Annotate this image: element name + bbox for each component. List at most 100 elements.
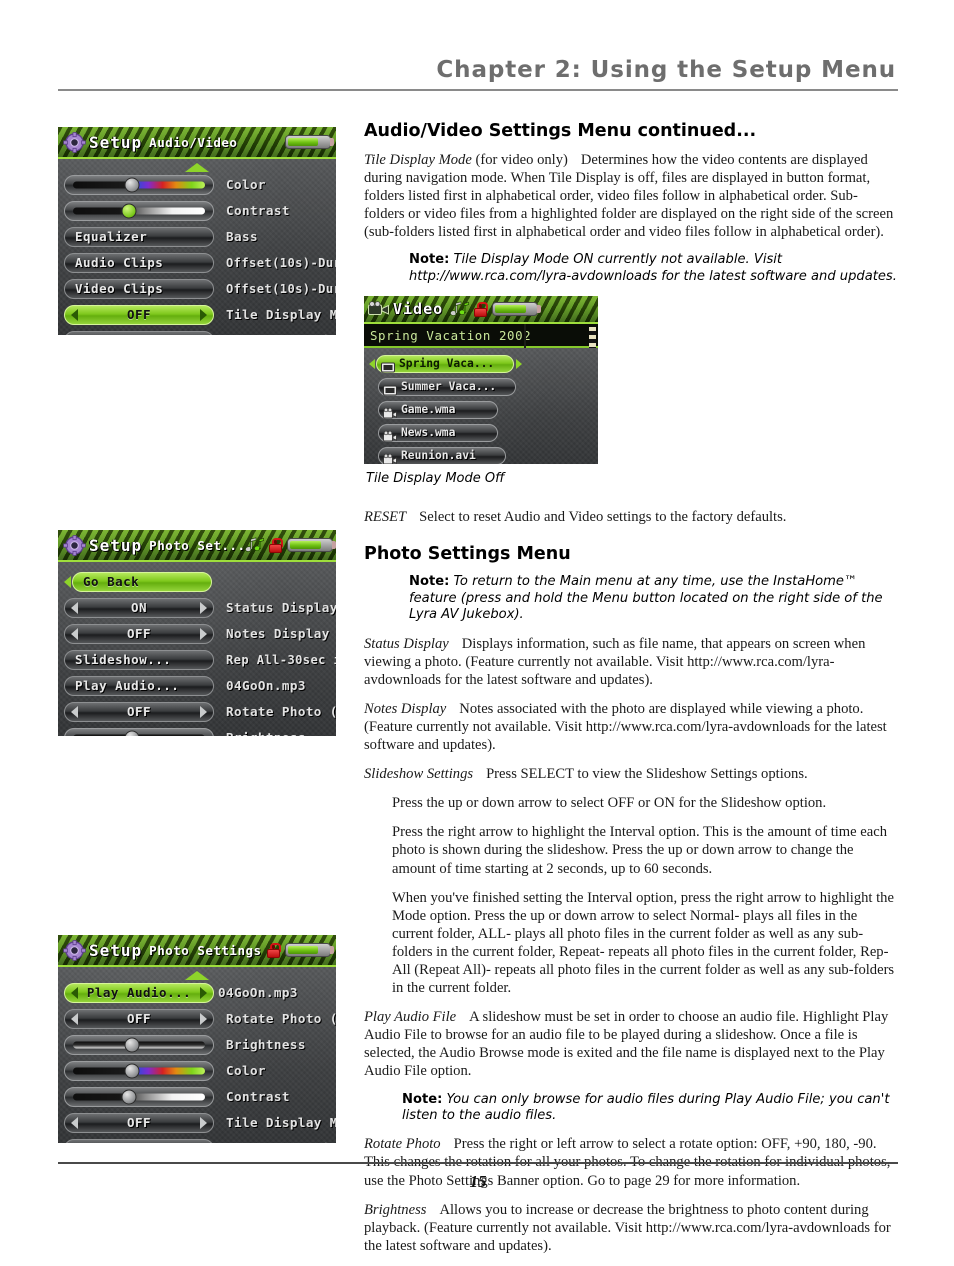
row-label: Default Settings: [226, 333, 336, 335]
video-item-button[interactable]: Summer Vaca...: [378, 377, 516, 396]
note-text: Tile Display Mode ON currently not avail…: [409, 252, 897, 284]
row-tile-display-mode[interactable]: OFF Tile Display Mode: [64, 1111, 336, 1134]
row-brightness[interactable]: Brightness: [64, 726, 330, 736]
chevron-right-icon[interactable]: [200, 601, 207, 614]
footer-divider: [58, 1162, 898, 1164]
row-brightness[interactable]: Brightness: [64, 1033, 330, 1056]
brightness-slider[interactable]: [64, 1034, 214, 1055]
row-play-audio[interactable]: Play Audio... 04GoOn.mp3: [64, 674, 330, 697]
row-label: 04GoOn.mp3: [226, 678, 306, 693]
video-item-button[interactable]: Spring Vaca...: [376, 354, 514, 373]
chevron-left-icon[interactable]: [369, 358, 375, 369]
contrast-slider[interactable]: [64, 200, 214, 221]
row-tile-display-mode[interactable]: OFF Tile Display Mode: [64, 303, 336, 326]
rotate-photo-spinner[interactable]: OFF: [64, 1008, 214, 1029]
scroll-up-arrow[interactable]: [185, 971, 209, 980]
row-color[interactable]: Color: [64, 1059, 330, 1082]
go-back-button[interactable]: Go Back: [72, 571, 212, 592]
list-item[interactable]: Summer Vaca...: [369, 376, 593, 397]
video-clips-button[interactable]: Video Clips: [64, 278, 214, 299]
audio-clips-button[interactable]: Audio Clips: [64, 252, 214, 273]
row-rotate-photo[interactable]: OFF Rotate Photo (All): [64, 1007, 336, 1030]
video-item-button[interactable]: Reunion.avi: [378, 446, 506, 465]
gear-icon: [63, 131, 86, 153]
row-status-display[interactable]: ON Status Display: [64, 596, 336, 619]
brightness-slider-knob[interactable]: [124, 730, 140, 736]
row-rotate-photo[interactable]: OFF Rotate Photo (All): [64, 700, 336, 723]
tile-display-mode-spinner[interactable]: OFF: [64, 1112, 214, 1133]
device-title: Setup: [89, 132, 143, 152]
video-file-icon: [383, 427, 397, 442]
row-label: Default Settings: [226, 1141, 336, 1143]
paragraph-mode: When you've finished setting the Interva…: [392, 889, 895, 997]
battery-cap: [537, 305, 542, 314]
row-play-audio[interactable]: Play Audio... 04GoOn.mp3: [64, 981, 330, 1004]
chevron-right-icon[interactable]: [200, 627, 207, 640]
video-item-button[interactable]: Game.wma: [378, 400, 498, 419]
chevron-right-icon[interactable]: [200, 1116, 207, 1129]
gear-icon: [63, 534, 86, 556]
chevron-right-icon[interactable]: [516, 358, 522, 369]
play-audio-button[interactable]: Play Audio...: [64, 675, 214, 696]
video-item-button[interactable]: News.wma: [378, 423, 498, 442]
status-display-spinner[interactable]: ON: [64, 597, 214, 618]
row-color[interactable]: Color: [64, 173, 330, 196]
battery-fill: [495, 305, 526, 314]
brightness-slider[interactable]: [64, 727, 214, 736]
titlebar-icons: [285, 135, 334, 149]
notes-display-spinner[interactable]: OFF: [64, 623, 214, 644]
chevron-left-icon[interactable]: [71, 627, 78, 640]
row-default-settings[interactable]: Reset Default Settings: [64, 329, 336, 335]
note-tile-display: Note: Tile Display Mode ON currently not…: [364, 252, 898, 285]
page-header: Chapter 2: Using the Setup Menu: [58, 55, 898, 91]
battery-cap: [330, 138, 334, 146]
list-item[interactable]: News.wma: [369, 422, 593, 443]
color-slider[interactable]: [64, 174, 214, 195]
chevron-right-icon[interactable]: [200, 986, 207, 999]
chevron-left-icon[interactable]: [71, 601, 78, 614]
scroll-up-arrow[interactable]: [185, 163, 209, 172]
chevron-left-icon[interactable]: [71, 1012, 78, 1025]
brightness-slider-knob[interactable]: [124, 1037, 140, 1052]
equalizer-button[interactable]: Equalizer: [64, 226, 214, 247]
screenshot-setup-photo-settings: Setup Photo Settings Play Audio... 04GoO…: [58, 935, 336, 1143]
go-back-button-label: Go Back: [83, 574, 140, 589]
color-slider-knob[interactable]: [124, 177, 140, 192]
list-item[interactable]: Reunion.avi: [369, 445, 593, 465]
row-go-back[interactable]: Go Back: [64, 570, 330, 593]
device-screen: Play Audio... 04GoOn.mp3 OFF Rotate Phot…: [58, 967, 336, 1143]
row-default-settings[interactable]: Reset Default Settings: [64, 1137, 336, 1143]
chevron-right-icon[interactable]: [200, 1012, 207, 1025]
rotate-photo-spinner[interactable]: OFF: [64, 701, 214, 722]
row-notes-display[interactable]: OFF Notes Display: [64, 622, 330, 645]
row-slideshow[interactable]: Slideshow... Rep All-30sec int...: [64, 648, 336, 671]
color-slider[interactable]: [64, 1060, 214, 1081]
reset-button[interactable]: Reset: [64, 330, 214, 335]
row-video-clips[interactable]: Video Clips Offset(10s)-Dur(20s): [64, 277, 336, 300]
reset-button[interactable]: Reset: [64, 1138, 214, 1143]
chevron-right-icon[interactable]: [200, 308, 207, 321]
contrast-slider[interactable]: [64, 1086, 214, 1107]
chevron-left-icon[interactable]: [71, 1116, 78, 1129]
device-screen: Color Contrast Equalizer Bass Audio Clip…: [58, 159, 336, 335]
tile-display-mode-spinner[interactable]: OFF: [64, 304, 214, 325]
list-item[interactable]: Spring Vaca...: [369, 353, 593, 374]
contrast-slider-knob[interactable]: [121, 1089, 137, 1104]
play-audio-spinner[interactable]: Play Audio...: [64, 982, 214, 1003]
titlebar-icons: [267, 942, 334, 958]
contrast-slider-knob[interactable]: [121, 203, 137, 218]
row-contrast[interactable]: Contrast: [64, 199, 330, 222]
chevron-left-icon[interactable]: [71, 705, 78, 718]
device-subtitle: Photo Set...: [149, 537, 246, 553]
row-bass[interactable]: Equalizer Bass: [64, 225, 330, 248]
row-audio-clips[interactable]: Audio Clips Offset(10s)-Dur(20s): [64, 251, 336, 274]
chevron-left-icon[interactable]: [64, 575, 71, 588]
chevron-right-icon[interactable]: [200, 705, 207, 718]
list-item[interactable]: Game.wma: [369, 399, 593, 420]
color-slider-knob[interactable]: [124, 1063, 140, 1078]
lock-body: [269, 543, 283, 553]
row-contrast[interactable]: Contrast: [64, 1085, 330, 1108]
chevron-left-icon[interactable]: [71, 986, 78, 999]
slideshow-button[interactable]: Slideshow...: [64, 649, 214, 670]
chevron-left-icon[interactable]: [71, 308, 78, 321]
